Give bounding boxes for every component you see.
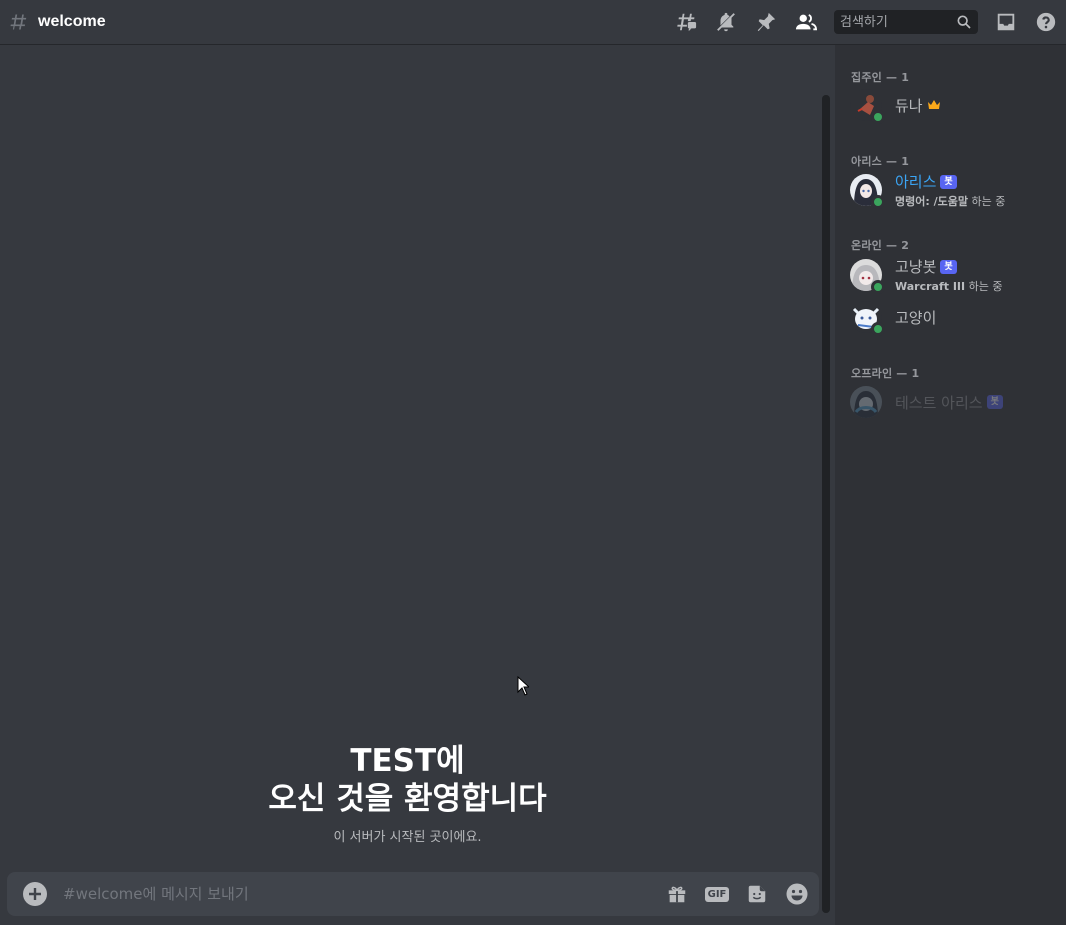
avatar xyxy=(850,259,885,294)
section-title-offline: 오프라인 — 1 xyxy=(851,367,920,380)
search-icon xyxy=(957,15,971,29)
welcome-subtitle: 이 서버가 시작된 곳이에요. xyxy=(333,830,482,845)
gif-button[interactable]: GIF xyxy=(704,882,730,906)
member-name: 아리스 xyxy=(895,173,937,191)
gift-icon[interactable] xyxy=(665,882,689,906)
member-item-test-aris[interactable]: 테스트 아리스 봇 xyxy=(850,382,1050,422)
member-activity: Warcraft III 하는 중 xyxy=(895,278,1002,294)
section-title-aris-role: 아리스 — 1 xyxy=(851,155,910,168)
composer-icons: GIF xyxy=(649,882,809,906)
mouse-cursor-icon xyxy=(517,676,529,696)
activity-name: 명령어: /도움말 xyxy=(895,195,968,208)
hashtag-icon xyxy=(10,14,27,30)
crown-icon xyxy=(927,100,940,109)
welcome-message: TEST에 오신 것을 환영합니다 이 서버가 시작된 곳이에요. xyxy=(0,742,815,845)
welcome-title-line2: 오신 것을 환영합니다 xyxy=(268,781,547,817)
channel-header: welcome xyxy=(0,0,1066,45)
avatar xyxy=(850,386,882,418)
member-list: 집주인 — 1 듀나 아리스 — 1 아리스 봇 명령어: /도움말 하는 중 … xyxy=(835,45,1066,925)
member-item-aris[interactable]: 아리스 봇 명령어: /도움말 하는 중 xyxy=(850,170,1050,210)
bot-tag: 봇 xyxy=(940,259,957,274)
add-attachment-button[interactable] xyxy=(23,882,47,906)
inbox-icon[interactable] xyxy=(994,10,1018,34)
activity-suffix: 하는 중 xyxy=(967,195,1006,208)
emoji-icon[interactable] xyxy=(785,882,809,906)
help-icon[interactable] xyxy=(1034,10,1058,34)
threads-icon[interactable] xyxy=(674,10,698,34)
message-composer: GIF xyxy=(7,872,819,916)
search-input[interactable] xyxy=(840,14,950,30)
avatar xyxy=(850,301,885,336)
add-attachment-icon xyxy=(29,888,41,900)
header-toolbar xyxy=(666,0,1066,44)
welcome-title-line1: TEST에 xyxy=(350,743,465,779)
member-item-duna[interactable]: 듀나 xyxy=(850,85,1050,125)
avatar xyxy=(850,174,885,209)
section-title-owner: 집주인 — 1 xyxy=(851,71,910,84)
bot-tag: 봇 xyxy=(940,174,957,189)
member-item-goyangi[interactable]: 고양이 xyxy=(850,297,1050,337)
message-input[interactable] xyxy=(63,885,643,903)
sticker-icon[interactable] xyxy=(745,882,769,906)
activity-name: Warcraft III xyxy=(895,280,966,293)
member-name: 테스트 아리스 xyxy=(895,393,983,412)
section-title-online: 온라인 — 2 xyxy=(851,239,910,252)
members-icon[interactable] xyxy=(794,10,818,34)
member-item-goyangbot[interactable]: 고냥봇 봇 Warcraft III 하는 중 xyxy=(850,255,1050,295)
online-status-icon xyxy=(871,322,885,336)
online-status-icon xyxy=(871,280,885,294)
member-name: 듀나 xyxy=(895,96,923,115)
online-status-icon xyxy=(871,195,885,209)
channel-name: welcome xyxy=(38,13,106,30)
chat-scrollbar[interactable] xyxy=(822,95,830,913)
search-box[interactable] xyxy=(834,10,978,34)
activity-suffix: 하는 중 xyxy=(965,280,1003,293)
mute-bell-icon[interactable] xyxy=(714,10,738,34)
scrollbar-thumb[interactable] xyxy=(822,95,830,913)
member-activity: 명령어: /도움말 하는 중 xyxy=(895,193,1005,209)
avatar xyxy=(850,89,885,124)
member-name: 고양이 xyxy=(895,308,937,327)
member-name: 고냥봇 xyxy=(895,258,937,276)
pin-icon[interactable] xyxy=(754,10,778,34)
gif-icon: GIF xyxy=(704,886,730,902)
online-status-icon xyxy=(871,110,885,124)
bot-tag: 봇 xyxy=(986,395,1003,409)
